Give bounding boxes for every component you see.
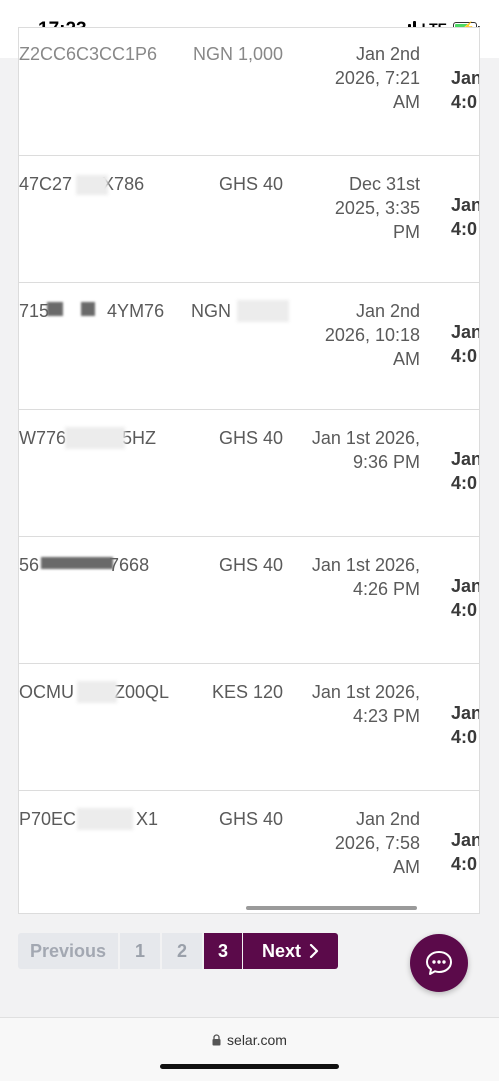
redaction-mask: [77, 808, 133, 830]
redaction-mask: [81, 302, 95, 316]
reference-suffix: 5HZ: [122, 428, 157, 448]
url-display[interactable]: selar.com: [0, 1032, 499, 1048]
paid-date-cell: Jan 2 4:0: [451, 68, 479, 112]
paid-date-cell: Jan 2 4:0: [451, 322, 479, 366]
reference-suffix: 7668: [109, 555, 150, 575]
amount-cell: GHS 40: [218, 809, 283, 829]
chevron-right-icon: [309, 944, 319, 958]
created-date-cell: Jan 1st 2026, 9:36 PM: [311, 428, 420, 472]
created-date-cell: Jan 1st 2026, 4:26 PM: [311, 555, 420, 599]
amount-cell: NGN: [191, 301, 231, 321]
table-row[interactable]: W776 5HZ GHS 40 Jan 1st 2026, 9:36 PM Jan…: [19, 409, 479, 537]
browser-address-bar[interactable]: selar.com: [0, 1017, 499, 1081]
paid-date-cell: Jan 2 4:0: [451, 830, 479, 874]
created-date-cell: Jan 1st 2026, 4:23 PM: [311, 682, 420, 726]
next-page-label: Next: [261, 941, 301, 961]
pagination: Previous 1 2 3 Next: [18, 933, 338, 969]
table-row[interactable]: 47C27 X786 GHS 40 Dec 31st 2025, 3:35 PM …: [19, 155, 479, 283]
home-indicator[interactable]: [160, 1064, 339, 1069]
amount-cell: KES 120: [211, 682, 283, 702]
created-date-cell: Jan 2nd 2026, 10:18 AM: [324, 301, 420, 369]
created-date-cell: Jan 2nd 2026, 7:21 AM: [334, 44, 420, 112]
orders-table[interactable]: Z2CC6C3CC1P6 NGN 1,000 Jan 2nd 2026, 7:2…: [18, 27, 480, 914]
page-1-button[interactable]: 1: [120, 933, 160, 969]
redaction-mask: [77, 681, 117, 703]
reference-suffix: X1: [136, 809, 159, 829]
reference-prefix: 56: [19, 555, 40, 575]
reference-suffix: 4YM76: [107, 301, 165, 321]
redaction-mask: [41, 557, 113, 569]
current-page-button[interactable]: 3: [204, 933, 242, 969]
table-row[interactable]: OCMU Z00QL KES 120 Jan 1st 2026, 4:23 PM …: [19, 663, 479, 791]
chat-bubble-icon: [426, 951, 452, 975]
amount-cell: GHS 40: [218, 555, 283, 575]
table-row[interactable]: 56 7668 GHS 40 Jan 1st 2026, 4:26 PM Jan …: [19, 536, 479, 664]
reference-prefix: W776: [19, 428, 67, 448]
table-row[interactable]: 715 4YM76 NGN Jan 2nd 2026, 10:18 AM Jan …: [19, 282, 479, 410]
amount-cell: GHS 40: [218, 428, 283, 448]
redaction-mask: [237, 300, 289, 322]
redaction-mask: [76, 175, 108, 195]
created-date-cell: Jan 2nd 2026, 7:58 AM: [334, 809, 420, 877]
previous-page-button[interactable]: Previous: [18, 933, 118, 969]
created-date-cell: Dec 31st 2025, 3:35 PM: [334, 174, 420, 242]
url-text: selar.com: [227, 1032, 287, 1048]
paid-date-cell: Jan 2 4:0: [451, 449, 479, 493]
page-2-button[interactable]: 2: [162, 933, 202, 969]
amount-cell: GHS 40: [218, 174, 283, 194]
reference-suffix: X786: [102, 174, 145, 194]
reference-prefix: 715: [19, 301, 50, 321]
table-row[interactable]: P70EC X1 GHS 40 Jan 2nd 2026, 7:58 AM Jan…: [19, 790, 479, 913]
paid-date-cell: Jan 2 4:0: [451, 576, 479, 620]
lock-icon: [212, 1034, 221, 1046]
reference-prefix: P70EC: [19, 809, 77, 829]
reference-prefix: 47C27: [19, 174, 73, 194]
redaction-mask: [47, 302, 63, 316]
paid-date-cell: Jan 2 4:0: [451, 703, 479, 747]
next-page-button[interactable]: Next: [243, 933, 338, 969]
paid-date-cell: Jan 2 4:0: [451, 195, 479, 239]
horizontal-scrollbar[interactable]: [246, 906, 417, 910]
reference-cell: Z2CC6C3CC1P6: [19, 44, 158, 64]
reference-suffix: Z00QL: [114, 682, 170, 702]
redaction-mask: [65, 427, 125, 449]
table-row[interactable]: Z2CC6C3CC1P6 NGN 1,000 Jan 2nd 2026, 7:2…: [19, 28, 479, 156]
amount-cell: NGN 1,000: [192, 44, 283, 64]
reference-prefix: OCMU: [19, 682, 74, 702]
chat-button[interactable]: [410, 934, 468, 992]
